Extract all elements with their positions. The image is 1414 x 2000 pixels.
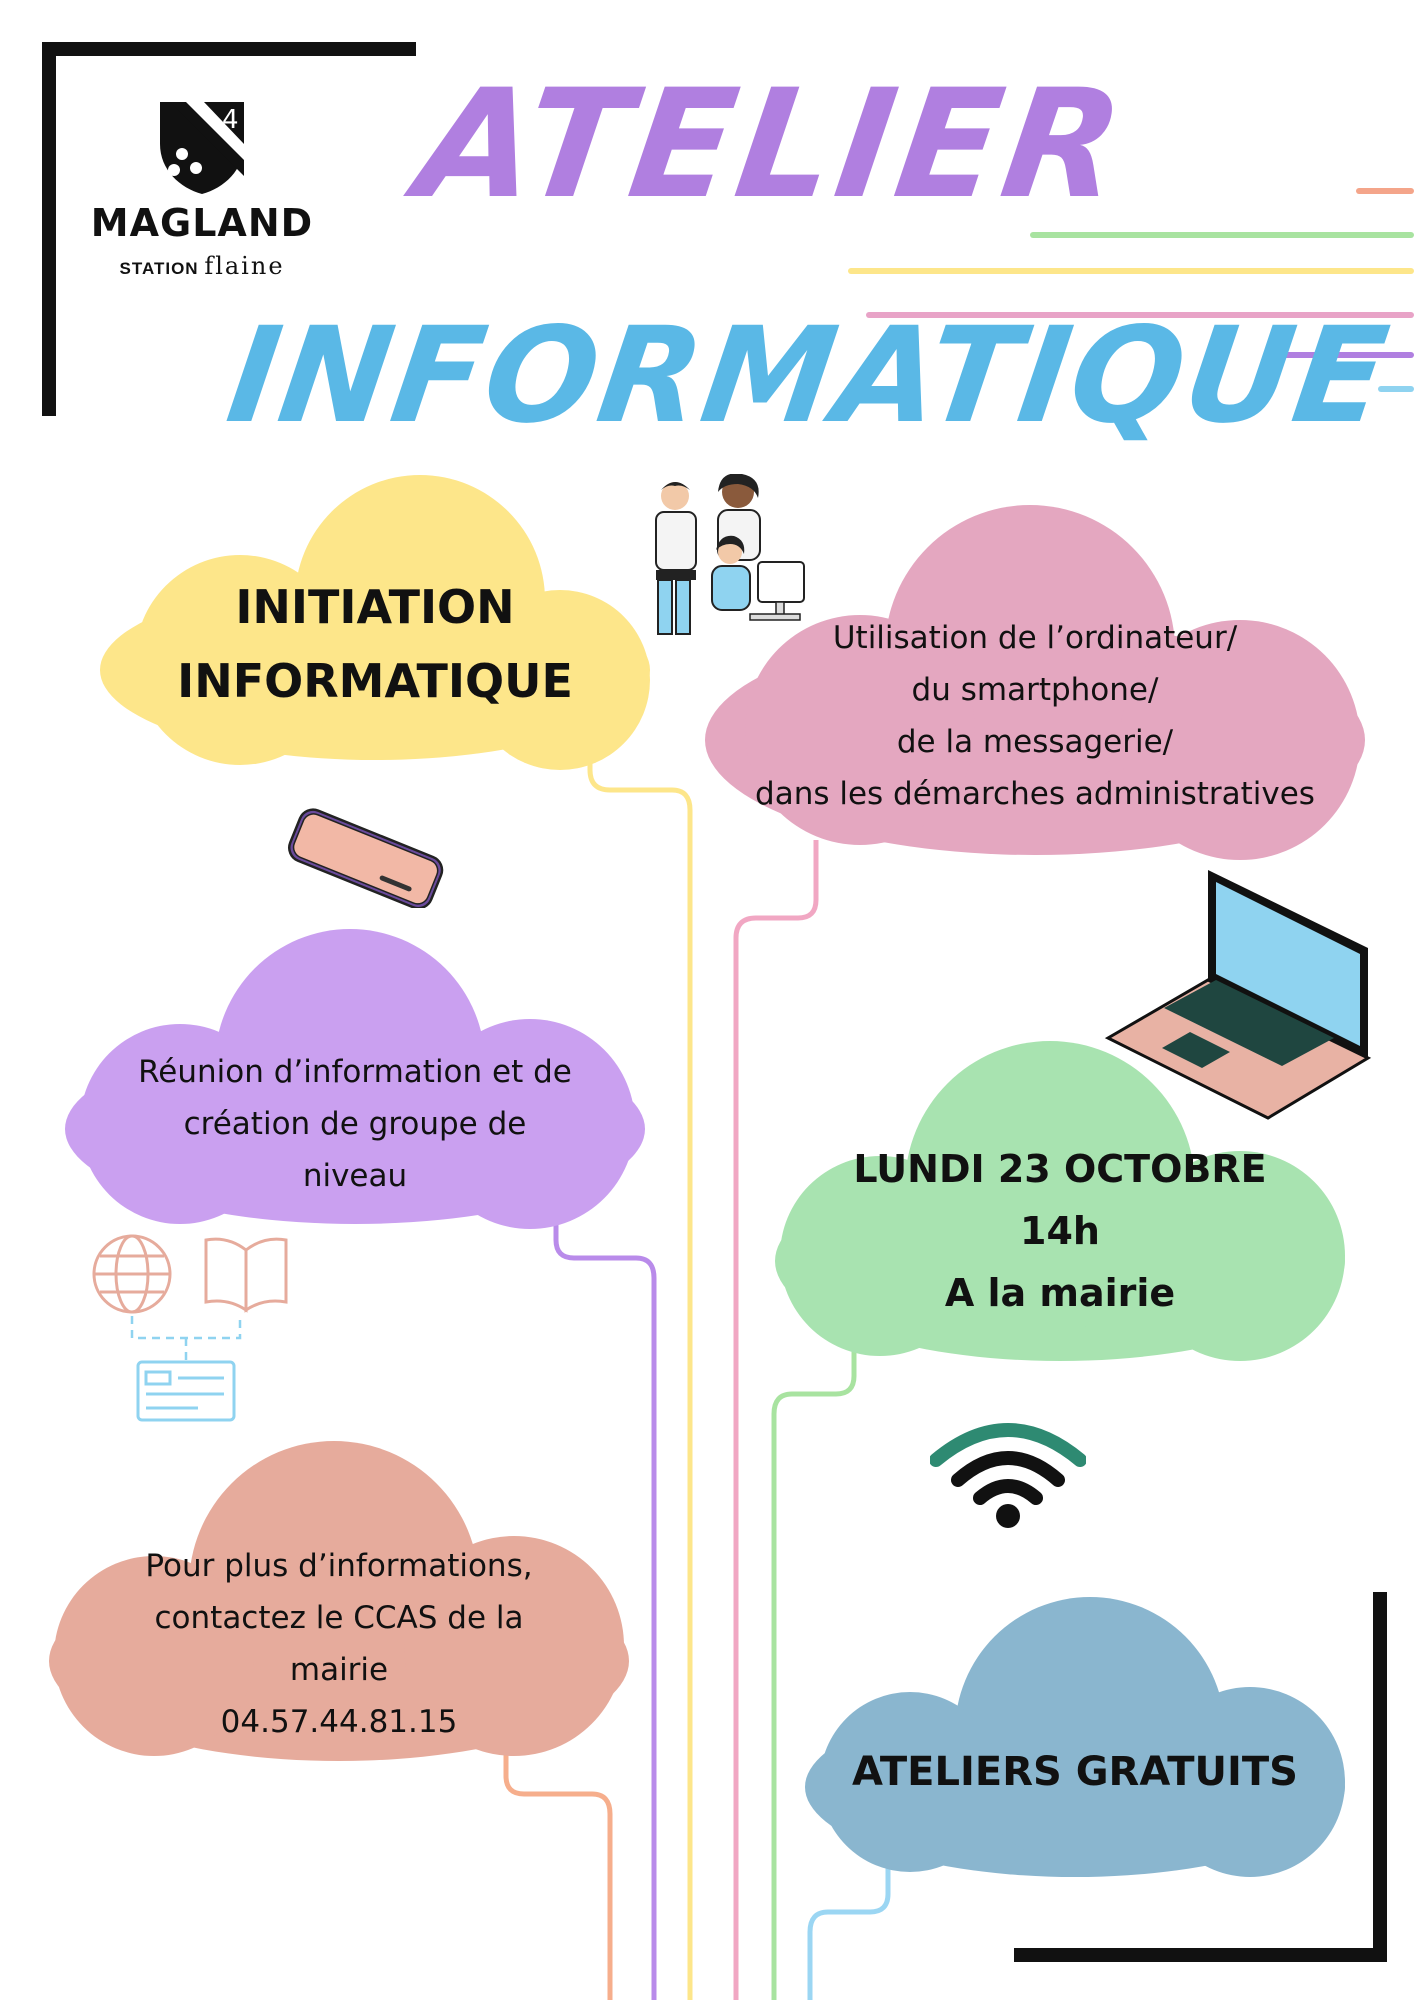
book-icon: [204, 1237, 288, 1313]
globe-icon: [92, 1234, 172, 1314]
gratuit-line1: ATELIERS GRATUITS: [852, 1749, 1298, 1795]
usage-line4: dans les démarches administratives: [755, 776, 1315, 812]
wifi-icon: [929, 1418, 1087, 1530]
cloud-date: LUNDI 23 OCTOBRE 14h A la mairie: [770, 1036, 1350, 1376]
network-diagram-icons: [88, 1232, 288, 1432]
usage-line3: de la messagerie/: [896, 724, 1174, 760]
reunion-line3: niveau: [302, 1158, 408, 1194]
contact-phone: 04.57.44.81.15: [220, 1704, 458, 1740]
initiation-line1: INITIATION: [235, 580, 515, 634]
id-card-icon: [136, 1360, 236, 1422]
usage-line2: du smartphone/: [911, 672, 1159, 708]
cloud-gratuit-text: ATELIERS GRATUITS: [800, 1742, 1350, 1802]
cloud-contact: Pour plus d’informations, contactez le C…: [44, 1436, 634, 1776]
smartphone-icon: [278, 808, 454, 910]
date-line2: 14h: [1020, 1209, 1100, 1253]
date-line3: A la mairie: [944, 1271, 1176, 1315]
reunion-line1: Réunion d’information et de: [138, 1054, 572, 1090]
contact-line3: mairie: [289, 1652, 389, 1688]
date-line1: LUNDI 23 OCTOBRE: [853, 1147, 1267, 1191]
people-computer-icon: [630, 473, 820, 644]
cloud-gratuit: ATELIERS GRATUITS: [800, 1592, 1350, 1892]
cloud-reunion: Réunion d’information et de création de …: [60, 924, 650, 1244]
cloud-contact-text: Pour plus d’informations, contactez le C…: [44, 1540, 634, 1748]
initiation-line2: INFORMATIQUE: [177, 654, 573, 708]
cloud-initiation-text: INITIATION INFORMATIQUE: [90, 570, 660, 718]
cloud-reunion-text: Réunion d’information et de création de …: [60, 1046, 650, 1202]
cloud-date-text: LUNDI 23 OCTOBRE 14h A la mairie: [770, 1138, 1350, 1324]
contact-line2: contactez le CCAS de la: [154, 1600, 524, 1636]
reunion-line2: création de groupe de: [183, 1106, 527, 1142]
cloud-initiation: INITIATION INFORMATIQUE: [90, 470, 660, 790]
contact-line1: Pour plus d’informations,: [145, 1548, 533, 1584]
